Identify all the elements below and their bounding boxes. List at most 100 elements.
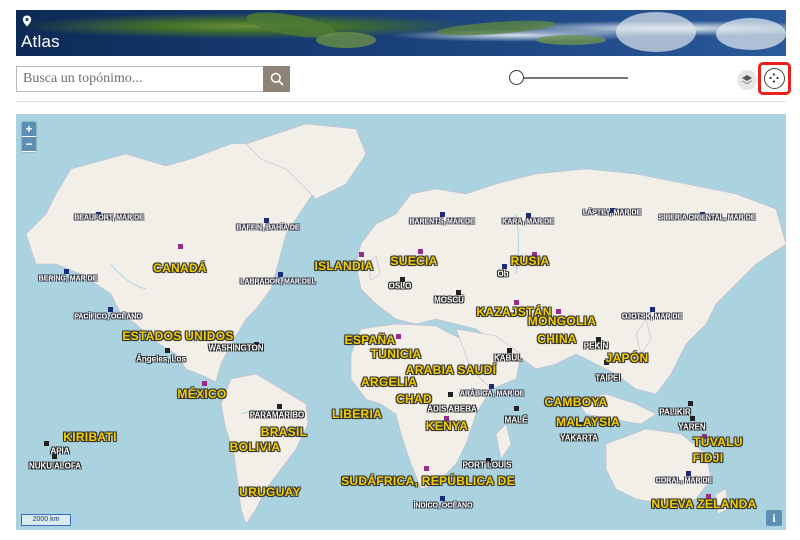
map-label-city: OSLO: [388, 281, 412, 291]
map-label-country: FIDJI: [692, 451, 724, 465]
map-label-country: BOLIVIA: [229, 440, 281, 454]
sea-marker[interactable]: [440, 496, 445, 501]
sea-marker[interactable]: [686, 471, 691, 476]
map-label-country: MÉXICO: [177, 387, 227, 401]
map-label-country: CHAD: [396, 392, 432, 406]
map-label-city: TAIPEI: [595, 373, 621, 383]
map-label-country: KENYA: [425, 419, 469, 433]
header-banner: [16, 10, 786, 56]
map-label-sea: BEAUFORT, MAR DE: [74, 214, 144, 222]
opacity-slider-thumb[interactable]: [509, 70, 524, 85]
map-label-sea: LABRADOR, MAR DEL: [240, 278, 316, 286]
map-label-sea: LÁPTEY, MAR DE: [582, 209, 642, 217]
country-marker[interactable]: [202, 381, 207, 386]
map-label-city: PARAMARIBO: [249, 410, 305, 420]
zoom-in-button[interactable]: +: [22, 122, 36, 137]
map-label-country: TUNICIA: [370, 347, 422, 361]
map-label-city: PALIKIR: [659, 407, 691, 417]
map-label-sea: ÍNDICO, OCÉANO: [413, 502, 473, 510]
city-marker[interactable]: [688, 401, 693, 406]
map-label-sea: CORAL, MAR DE: [655, 477, 713, 485]
map-label-country: RUSIA: [510, 254, 550, 268]
map-label-city: MALÉ: [504, 415, 528, 425]
opacity-slider-track[interactable]: [512, 77, 628, 79]
map-label-country: ISLANDIA: [314, 259, 374, 273]
sea-marker[interactable]: [64, 269, 69, 274]
layers-icon: [742, 75, 752, 85]
map-label-city: KABUL: [494, 353, 522, 363]
map-label-country: ESTADOS UNIDOS: [122, 329, 234, 343]
map-label-country: TUVALU: [693, 435, 743, 449]
sea-marker[interactable]: [264, 218, 269, 223]
map-label-country: ARGELIA: [360, 375, 418, 389]
sea-marker[interactable]: [440, 212, 445, 217]
city-marker[interactable]: [507, 348, 512, 353]
info-button[interactable]: i: [766, 510, 782, 526]
sea-marker[interactable]: [489, 384, 494, 389]
map-label-country: CAMBOYA: [544, 395, 608, 409]
map-label-country: SUECIA: [390, 254, 438, 268]
map-label-sea: PACÍFICO, OCÉANO: [74, 313, 142, 321]
map-label-country: CANADÁ: [153, 261, 207, 275]
map-label-country: ESPAÑA: [344, 333, 396, 347]
map-label-country: JAPÓN: [605, 351, 649, 365]
map-label-country: BRASIL: [260, 425, 308, 439]
country-marker[interactable]: [359, 252, 364, 257]
map-label-city: MOSCÚ: [434, 295, 464, 305]
map-label-country: URUGUAY: [239, 485, 301, 499]
city-marker[interactable]: [690, 416, 695, 421]
city-marker[interactable]: [456, 290, 461, 295]
city-marker[interactable]: [44, 441, 49, 446]
city-marker[interactable]: [277, 404, 282, 409]
search-button[interactable]: [263, 66, 290, 92]
map-label-city: WASHINGTON: [208, 343, 264, 353]
search-input[interactable]: [16, 66, 263, 92]
map-label-country: SUDÁFRICA, REPÚBLICA DE: [341, 474, 515, 488]
search-icon: [270, 72, 284, 86]
world-map[interactable]: + − BEAUFORT, MAR DE BAFFIN, BAHÍA DE BA…: [16, 114, 786, 530]
map-label-sea: ARÁBIGA, MAR DE: [459, 390, 525, 398]
city-marker[interactable]: [448, 392, 453, 397]
map-label-country: NUEVA ZELANDA: [651, 497, 757, 511]
map-label-city: ADIS ABEBA: [427, 404, 477, 414]
map-label-country: KIRIBATI: [63, 430, 117, 444]
highlight-box: [758, 62, 791, 95]
country-marker[interactable]: [396, 334, 401, 339]
map-label-city: Ob: [497, 269, 509, 279]
divider: [16, 101, 786, 102]
map-label-city: Ángeles, Los: [136, 354, 186, 364]
map-label-city: NUKU'ALOFA: [28, 461, 82, 471]
map-label-country: MONGOLIA: [527, 314, 597, 328]
page-title: Atlas: [21, 32, 60, 51]
sea-marker[interactable]: [526, 213, 531, 218]
zoom-out-button[interactable]: −: [22, 137, 36, 152]
map-label-sea: KARA, MAR DE: [502, 218, 554, 226]
sea-marker[interactable]: [108, 307, 113, 312]
map-label-city: APIA: [50, 446, 70, 456]
city-marker[interactable]: [502, 264, 507, 269]
location-pin-icon: [22, 15, 32, 27]
layers-button[interactable]: [737, 70, 757, 90]
map-label-country: CHINA: [537, 332, 577, 346]
map-label-sea: OJOTSK, MAR DE: [621, 313, 683, 321]
map-land: [25, 123, 786, 525]
map-label-city: PEKÍN: [583, 341, 609, 351]
map-label-sea: BAFFIN, BAHÍA DE: [236, 224, 300, 232]
country-marker[interactable]: [178, 244, 183, 249]
map-label-city: PORT LOUIS: [462, 460, 512, 470]
city-marker[interactable]: [514, 406, 519, 411]
map-label-country: LIBERIA: [331, 407, 383, 421]
map-label-sea: BERING, MAR DE: [38, 275, 98, 283]
city-marker[interactable]: [165, 348, 170, 353]
zoom-control: + −: [22, 122, 36, 152]
sea-marker[interactable]: [650, 307, 655, 312]
map-label-city: YAREN: [678, 422, 706, 432]
country-marker[interactable]: [424, 466, 429, 471]
map-label-country: ARABIA SAUDÍ: [405, 363, 497, 377]
sea-marker[interactable]: [278, 272, 283, 277]
map-label-city: YAKARTA: [560, 433, 598, 443]
map-label-sea: SIBERIA ORIENTAL, MAR DE: [658, 214, 756, 222]
scale-bar: 2000 km: [21, 514, 71, 526]
map-label-country: MALAYSIA: [556, 415, 620, 429]
map-label-sea: BARENTS, MAR DE: [409, 218, 475, 226]
